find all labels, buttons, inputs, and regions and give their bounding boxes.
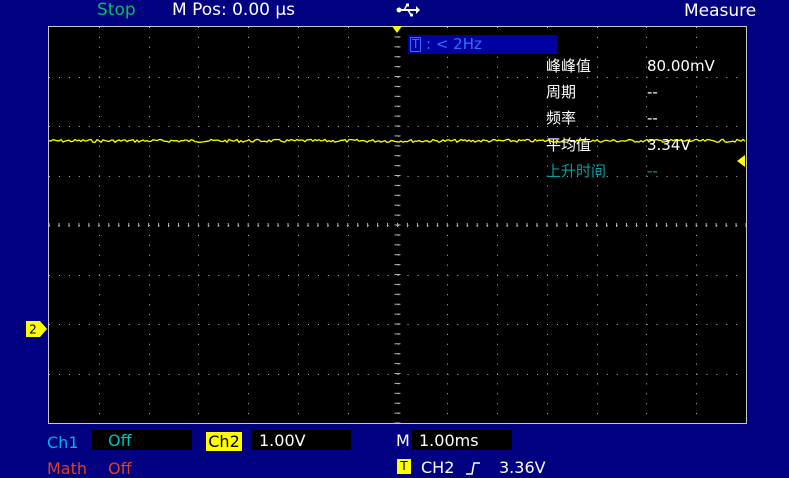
ch1-value: Off <box>108 431 132 450</box>
menu-title: Measure <box>684 1 757 21</box>
trigger-source: CH2 <box>421 458 455 477</box>
timebase-label: M <box>396 431 410 450</box>
trigger-freq-t-label: T <box>410 37 422 52</box>
trigger-frequency-text: : < 2Hz <box>426 35 482 53</box>
ch1-value-box <box>92 430 192 450</box>
trigger-level: 3.36V <box>499 458 546 477</box>
ch1-label[interactable]: Ch1 <box>47 435 79 451</box>
measurement-value: -- <box>647 162 658 180</box>
acquisition-status: Stop <box>97 0 136 20</box>
trigger-frequency-box: T : < 2Hz <box>408 35 557 54</box>
ch2-scale-value: 1.00V <box>259 431 306 450</box>
main-time-position: M Pos: 0.00 µs <box>172 0 296 20</box>
ch2-ground-label: 2 <box>29 323 37 337</box>
ch2-label[interactable]: Ch2 <box>206 432 242 451</box>
timebase-value: 1.00ms <box>419 431 479 450</box>
trigger-badge: T <box>397 459 411 474</box>
ch2-waveform <box>49 138 746 144</box>
measurement-label: 峰峰值 <box>546 57 592 75</box>
measurement-label: 平均值 <box>546 136 592 154</box>
measurement-label: 周期 <box>546 83 577 101</box>
trigger-position-marker <box>392 26 402 33</box>
measurement-value: 3.34V <box>647 136 691 154</box>
ch2-ground-marker: 2 <box>26 321 47 337</box>
graticule <box>49 27 746 423</box>
measurement-label: 上升时间 <box>546 162 607 180</box>
trigger-level-marker <box>737 155 745 167</box>
measurement-value: -- <box>647 109 658 127</box>
waveform-display <box>48 26 747 424</box>
measurement-value: 80.00mV <box>647 57 715 75</box>
measurement-label: 频率 <box>546 109 577 127</box>
rising-edge-icon <box>466 462 480 475</box>
measurement-value: -- <box>647 83 658 101</box>
usb-icon <box>396 3 420 17</box>
